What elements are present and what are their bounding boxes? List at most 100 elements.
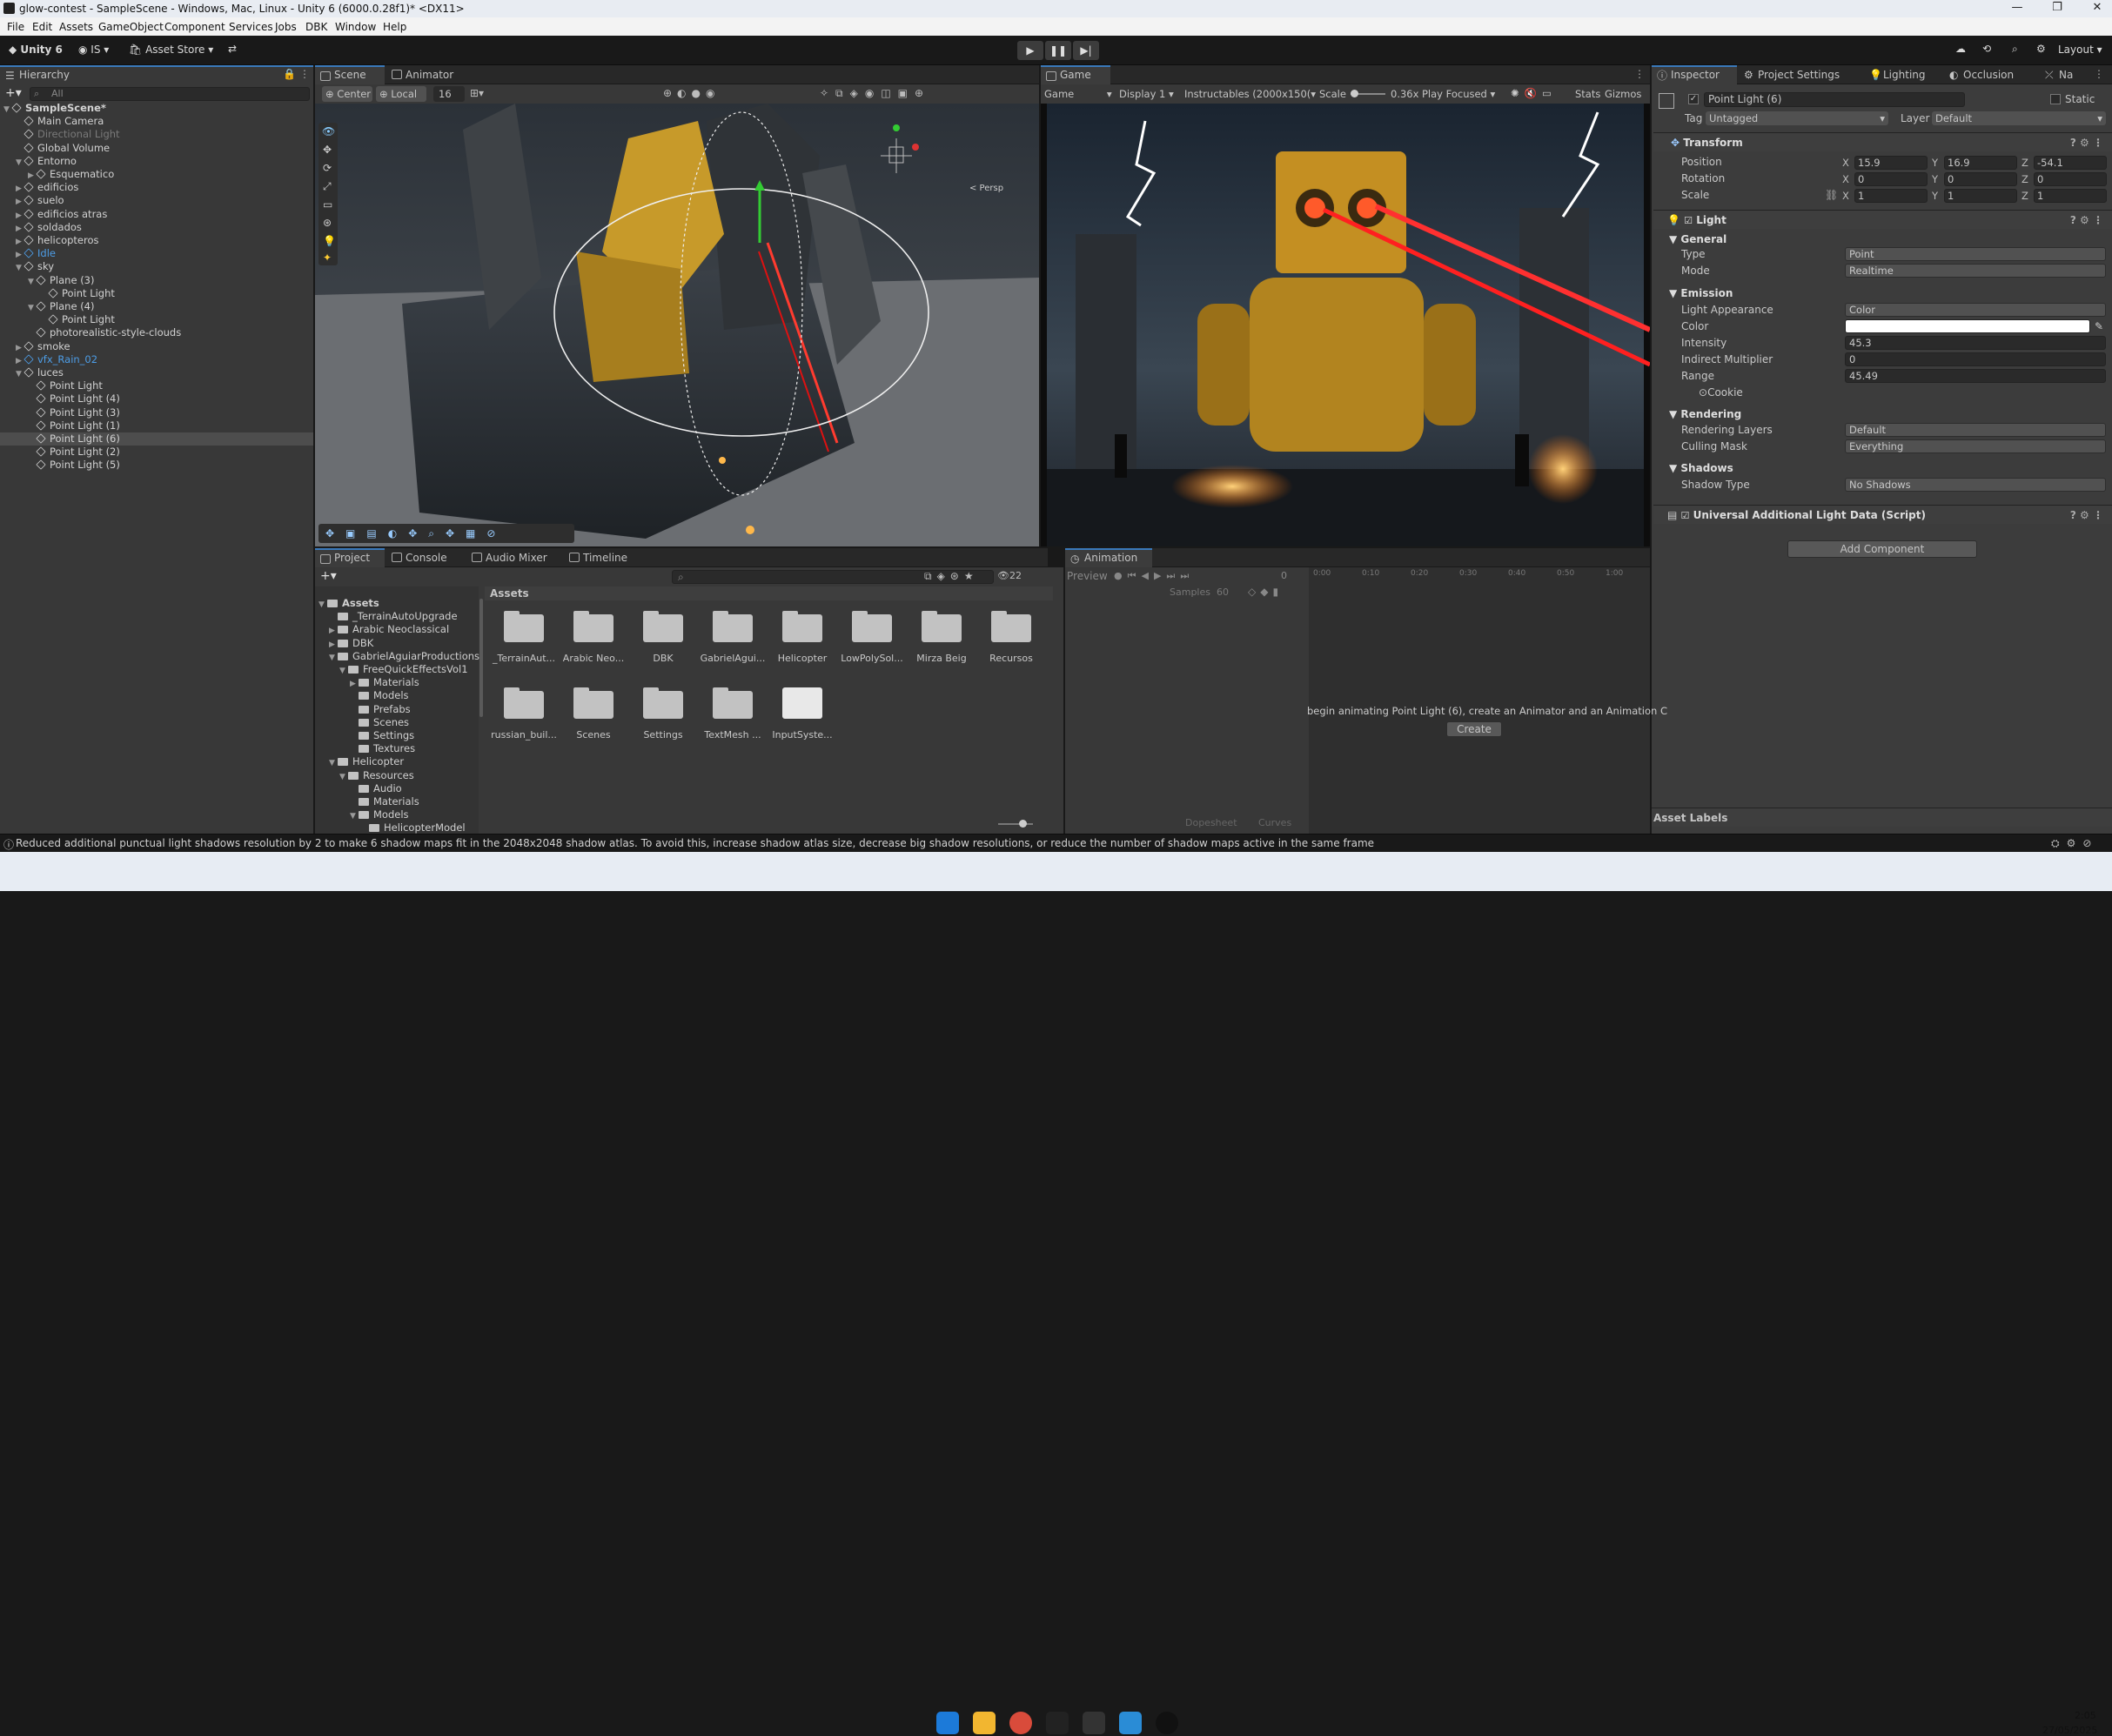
frame-field[interactable]: 0: [1281, 570, 1287, 581]
folder-icon[interactable]: [643, 611, 683, 642]
scene-overlay-icons[interactable]: ✧⧉◈◉◫▣⊕: [820, 87, 930, 100]
menu-component[interactable]: Component: [164, 21, 225, 33]
rotation-z-value[interactable]: 0: [2034, 172, 2107, 186]
folder-icon[interactable]: [504, 687, 544, 719]
project-tree-item[interactable]: ▼ FreeQuickEffectsVol1: [315, 663, 468, 676]
hierarchy-item[interactable]: ▼ luces: [0, 366, 313, 379]
link-icon[interactable]: ⛓: [1825, 187, 1838, 204]
rect-tool-icon[interactable]: ▭: [323, 198, 332, 211]
hierarchy-item[interactable]: Directional Light: [0, 128, 313, 141]
light-probe-icon[interactable]: ✦: [323, 251, 332, 264]
hierarchy-search-input[interactable]: ⌕ All: [30, 87, 310, 101]
assets-breadcrumb[interactable]: Assets: [485, 586, 1053, 600]
minimize-icon[interactable]: —: [1997, 1, 2037, 17]
shadow-type-dropdown[interactable]: No Shadows: [1845, 478, 2106, 492]
perspective-label[interactable]: < Persp: [969, 184, 1003, 193]
inspector-menu-icon[interactable]: ⋮: [2094, 68, 2104, 80]
indirect-field[interactable]: 0: [1845, 352, 2106, 366]
project-tree-item[interactable]: Scenes: [315, 716, 409, 729]
folder-icon[interactable]: [573, 687, 613, 719]
position-y-value[interactable]: 16.9: [1944, 156, 2017, 170]
tab-timeline[interactable]: Timeline: [564, 548, 651, 567]
tab-console[interactable]: Console: [386, 548, 465, 567]
scale-slider[interactable]: [1351, 90, 1385, 97]
hierarchy-item[interactable]: Point Light: [0, 287, 313, 300]
hidden-packages-count[interactable]: 👁22: [997, 570, 1022, 581]
mode-dropdown[interactable]: Realtime: [1845, 264, 2106, 278]
cloud-icon[interactable]: ☁: [1955, 43, 1966, 55]
component-options-icon[interactable]: ? ⚙ ⋮: [2070, 211, 2103, 230]
add-object-button[interactable]: +▾: [5, 86, 22, 100]
project-filter-icons[interactable]: ⧉◈⊛★: [924, 570, 979, 583]
urp-enabled-checkbox[interactable]: ☑: [1681, 510, 1690, 521]
icon-size-slider-thumb[interactable]: [1019, 820, 1027, 828]
project-tree-item[interactable]: ▼ GabrielAguiarProductions: [315, 650, 479, 663]
eyedropper-icon[interactable]: ✎: [2095, 318, 2103, 335]
hierarchy-item[interactable]: Point Light (3): [0, 406, 313, 419]
kebab-menu-icon[interactable]: ⋮: [299, 68, 310, 80]
hierarchy-item[interactable]: Point Light (1): [0, 419, 313, 432]
project-tree-item[interactable]: Models: [315, 689, 409, 702]
folder-icon[interactable]: [782, 611, 822, 642]
search-icon[interactable]: ⌕: [2012, 43, 2018, 56]
tab-hierarchy[interactable]: ☰ Hierarchy: [0, 65, 313, 84]
rendering-foldout[interactable]: ▼ Rendering: [1669, 408, 1741, 420]
tab-occlusion[interactable]: ◐ Occlusion: [1944, 65, 2038, 84]
curves-tab[interactable]: Curves: [1258, 817, 1291, 828]
hierarchy-item[interactable]: Point Light: [0, 379, 313, 392]
pause-button[interactable]: ❚❚: [1045, 41, 1071, 60]
shadows-foldout[interactable]: ▼ Shadows: [1669, 462, 1733, 474]
tab-lighting[interactable]: 💡 Lighting: [1864, 65, 1942, 84]
hierarchy-item[interactable]: ▼ Plane (3): [0, 274, 313, 287]
project-tree-item[interactable]: ▶ DBK: [315, 637, 373, 650]
hierarchy-item[interactable]: ▶ edificios: [0, 181, 313, 194]
hierarchy-item[interactable]: Main Camera: [0, 115, 313, 128]
project-tree-item[interactable]: Audio: [315, 782, 402, 795]
dopesheet-tab[interactable]: Dopesheet: [1185, 817, 1237, 828]
tab-project[interactable]: Project: [315, 548, 385, 567]
project-tree-item[interactable]: ▼ Models: [315, 808, 409, 821]
color-swatch[interactable]: [1845, 319, 2090, 333]
game-view-icons[interactable]: ✺🔇▭: [1511, 87, 1557, 99]
play-focused-dropdown[interactable]: Play Focused ▾: [1422, 88, 1495, 100]
notion-icon[interactable]: [1046, 1712, 1069, 1734]
hierarchy-item[interactable]: ▶ soldados: [0, 221, 313, 234]
maximize-icon[interactable]: ❐: [2037, 1, 2077, 17]
status-message[interactable]: Reduced additional punctual light shadow…: [16, 837, 1374, 849]
timeline-ruler[interactable]: 0:00 0:10 0:20 0:30 0:40 0:50 1:00: [1313, 569, 1644, 583]
layout-dropdown[interactable]: Layout ▾: [2058, 44, 2102, 56]
play-button[interactable]: ▶: [1017, 41, 1043, 60]
hierarchy-item[interactable]: ▶ Esquematico: [0, 168, 313, 181]
rendering-layers-dropdown[interactable]: Default: [1845, 423, 2106, 437]
project-tree-item[interactable]: ▼ Resources: [315, 769, 414, 782]
file-explorer-icon[interactable]: [973, 1712, 996, 1734]
lock-icon[interactable]: 🔒: [283, 68, 296, 80]
tab-scene[interactable]: Scene: [315, 65, 385, 84]
hierarchy-item[interactable]: photorealistic-style-clouds: [0, 326, 313, 339]
icon-size-slider[interactable]: [998, 820, 1033, 828]
folder-icon[interactable]: [922, 611, 962, 642]
tab-inspector[interactable]: ⓘ Inspector: [1652, 65, 1737, 84]
display-dropdown[interactable]: Display 1 ▾: [1119, 88, 1174, 100]
project-tree-item[interactable]: Settings: [315, 729, 414, 742]
menu-jobs[interactable]: Jobs: [275, 21, 297, 33]
culling-dropdown[interactable]: Everything: [1845, 439, 2106, 453]
position-z-value[interactable]: -54.1: [2034, 156, 2107, 170]
project-tree-item[interactable]: ▶ Arabic Neoclassical: [315, 623, 449, 636]
hierarchy-item[interactable]: Global Volume: [0, 142, 313, 155]
component-options-icon[interactable]: ? ⚙ ⋮: [2070, 506, 2103, 525]
playback-controls[interactable]: ●⏮◀▶⏭⏭: [1114, 570, 1194, 582]
keyframe-buttons[interactable]: ◇◆▮: [1248, 586, 1283, 598]
close-icon[interactable]: ✕: [2077, 1, 2112, 17]
hierarchy-item[interactable]: ▼ SampleScene*: [0, 102, 313, 115]
project-tree-item[interactable]: _TerrainAutoUpgrade: [315, 610, 458, 623]
game-viewport[interactable]: [1041, 104, 1650, 546]
hierarchy-item[interactable]: Point Light (6): [0, 432, 313, 446]
scale-tool-icon[interactable]: ⤢: [323, 180, 332, 193]
scale-x-value[interactable]: 1: [1854, 189, 1928, 203]
tab-project-settings[interactable]: ⚙ Project Settings: [1739, 65, 1861, 84]
object-name-field[interactable]: Point Light (6): [1704, 92, 1965, 107]
urp-light-header[interactable]: ▤ ☑ Universal Additional Light Data (Scr…: [1653, 505, 2112, 524]
space-dropdown[interactable]: ⊕ Local: [376, 86, 426, 102]
draw-mode-icons[interactable]: ⊕◐●◉: [663, 87, 720, 99]
